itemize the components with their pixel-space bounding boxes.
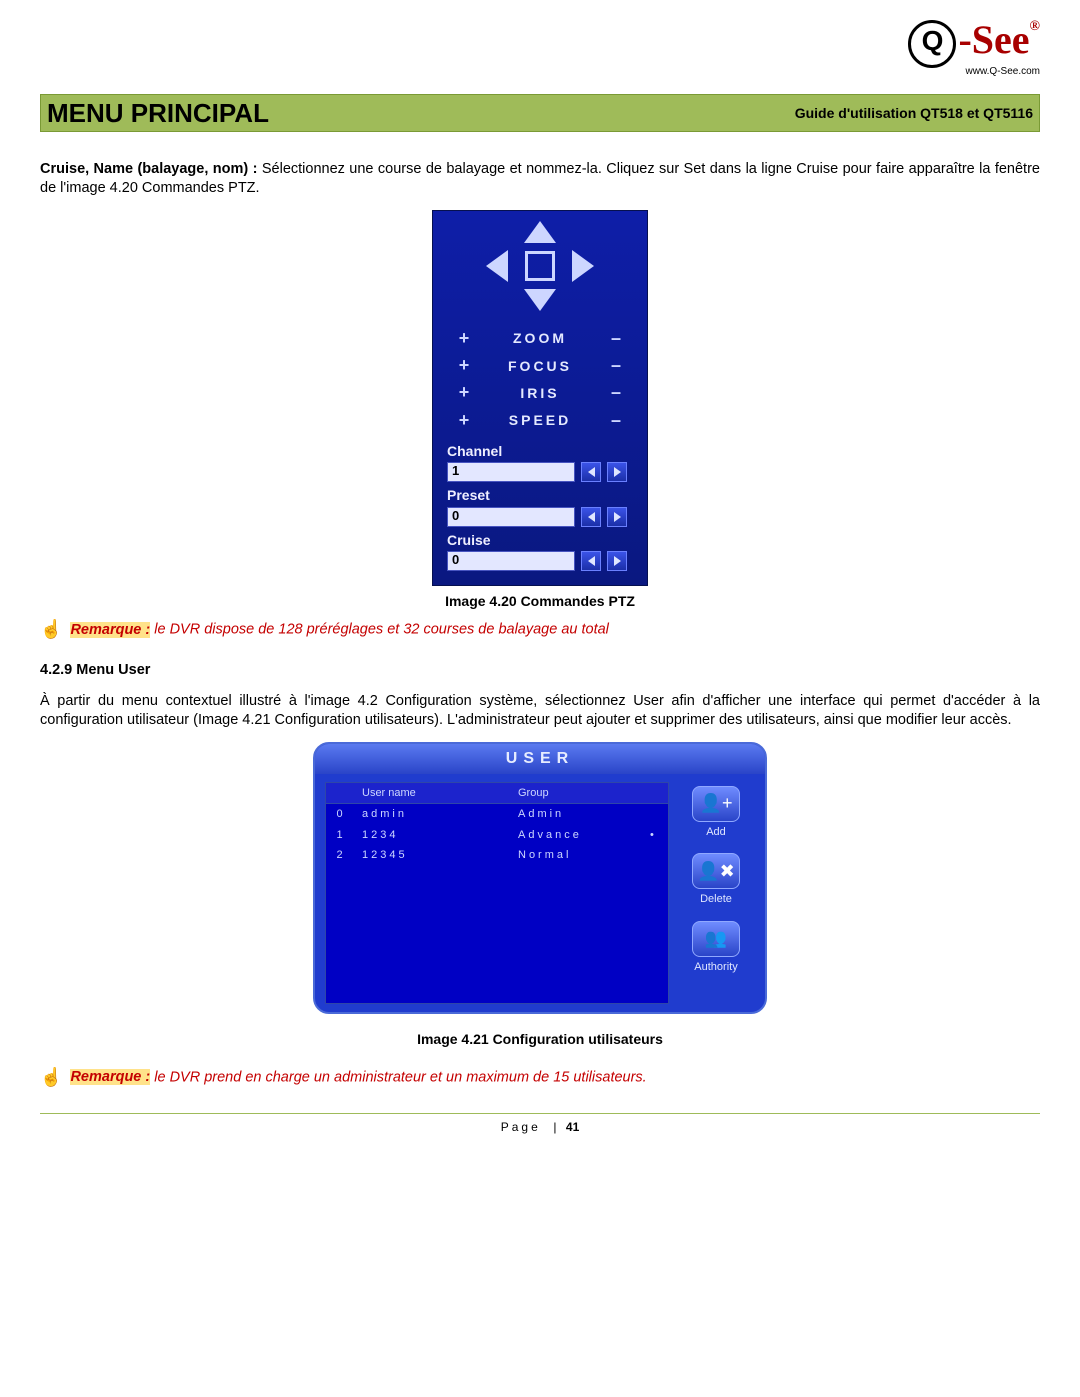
focus-minus-button[interactable]: – [607,354,625,377]
figure-user: USER User name Group 0 admin Admin [40,742,1040,1048]
add-user-icon: 👤+ [692,786,740,822]
remark-2-text: le DVR prend en charge un administrateur… [154,1069,646,1085]
focus-label: FOCUS [473,357,607,375]
chevron-right-icon [614,556,621,566]
channel-label: Channel [447,442,633,460]
row-username: admin [356,804,512,824]
user-window-title: USER [315,744,765,774]
user-window: USER User name Group 0 admin Admin [313,742,767,1014]
remark-1: ☝ Remarque : le DVR dispose de 128 préré… [40,618,1040,641]
table-row[interactable]: 0 admin Admin [326,804,668,824]
preset-prev-button[interactable] [581,507,601,527]
add-label: Add [706,826,726,838]
authority-label: Authority [694,961,737,973]
zoom-label: ZOOM [473,329,607,347]
channel-prev-button[interactable] [581,462,601,482]
hand-point-icon: ☝ [40,1066,62,1089]
chevron-left-icon [588,556,595,566]
iris-minus-button[interactable]: – [607,381,625,404]
page: Q-See® www.Q-See.com MENU PRINCIPAL Guid… [0,0,1080,1174]
authority-button[interactable]: 👥 Authority [692,921,740,974]
figure-ptz-caption: Image 4.20 Commandes PTZ [40,592,1040,610]
section-heading: 4.2.9 Menu User [40,661,1040,680]
page-num: 41 [566,1120,579,1134]
figure-ptz: + ZOOM – + FOCUS – + IRIS – + SPEED [40,210,1040,610]
logo-registered-icon: ® [1030,19,1040,34]
preset-input[interactable]: 0 [447,507,575,527]
remark-2: ☝ Remarque : le DVR prend en charge un a… [40,1066,1040,1089]
row-index: 1 [326,825,356,845]
guide-subtitle: Guide d'utilisation QT518 et QT5116 [795,105,1033,121]
page-title: MENU PRINCIPAL [47,98,269,129]
delete-user-button[interactable]: 👤✖ Delete [692,853,740,906]
page-number: Page | 41 [40,1120,1040,1134]
row-group: Advance [512,825,644,845]
preset-label: Preset [447,486,633,504]
col-username: User name [356,783,512,803]
table-row[interactable]: 2 12345 Normal [326,845,668,865]
row-index: 0 [326,804,356,824]
add-user-button[interactable]: 👤+ Add [692,786,740,839]
arrow-right-icon[interactable] [572,250,594,282]
ptz-zoom-row: + ZOOM – [433,325,647,352]
hand-point-icon: ☝ [40,618,62,641]
row-username: 12345 [356,845,512,865]
table-row[interactable]: 1 1234 Advance • [326,825,668,845]
chevron-right-icon [614,512,621,522]
row-group: Normal [512,845,644,865]
intro-paragraph: Cruise, Name (balayage, nom) : Sélection… [40,160,1040,198]
delete-user-icon: 👤✖ [692,853,740,889]
cruise-input[interactable]: 0 [447,551,575,571]
remark-1-label: Remarque : [70,622,150,638]
authority-icon: 👥 [692,921,740,957]
zoom-minus-button[interactable]: – [607,327,625,350]
header-band: MENU PRINCIPAL Guide d'utilisation QT518… [40,94,1040,132]
topbar: Q-See® www.Q-See.com [40,20,1040,86]
row-index: 2 [326,845,356,865]
delete-label: Delete [700,893,732,905]
zoom-plus-button[interactable]: + [455,327,473,350]
footer-divider [40,1113,1040,1114]
remark-1-text: le DVR dispose de 128 préréglages et 32 … [154,622,609,638]
speed-label: SPEED [473,411,607,429]
remark-2-label: Remarque : [70,1069,150,1085]
arrow-left-icon[interactable] [486,250,508,282]
intro-lead: Cruise, Name (balayage, nom) : [40,161,262,177]
iris-label: IRIS [473,384,607,402]
cruise-next-button[interactable] [607,551,627,571]
speed-plus-button[interactable]: + [455,409,473,432]
row-username: 1234 [356,825,512,845]
ptz-speed-row: + SPEED – [433,407,647,434]
channel-next-button[interactable] [607,462,627,482]
cruise-label: Cruise [447,531,633,549]
ptz-iris-row: + IRIS – [433,379,647,406]
section-paragraph: À partir du menu contextuel illustré à l… [40,692,1040,730]
focus-plus-button[interactable]: + [455,354,473,377]
ptz-panel: + ZOOM – + FOCUS – + IRIS – + SPEED [432,210,648,586]
ptz-dpad [480,221,600,311]
stop-icon[interactable] [525,251,555,281]
logo-brand-text: -See [958,17,1029,62]
cruise-prev-button[interactable] [581,551,601,571]
speed-minus-button[interactable]: – [607,409,625,432]
arrow-down-icon[interactable] [524,289,556,311]
arrow-up-icon[interactable] [524,221,556,243]
chevron-right-icon [614,467,621,477]
figure-user-caption: Image 4.21 Configuration utilisateurs [40,1030,1040,1048]
table-header: User name Group [326,783,668,804]
logo-q-icon: Q [908,20,956,68]
row-group: Admin [512,804,644,824]
chevron-left-icon [588,512,595,522]
col-group: Group [512,783,644,803]
qsee-logo: Q-See® www.Q-See.com [908,20,1040,77]
user-table: User name Group 0 admin Admin 1 12 [325,782,669,1004]
page-label: Page [501,1120,541,1134]
channel-input[interactable]: 1 [447,462,575,482]
chevron-left-icon [588,467,595,477]
row-mark: • [644,825,668,845]
ptz-focus-row: + FOCUS – [433,352,647,379]
iris-plus-button[interactable]: + [455,381,473,404]
preset-next-button[interactable] [607,507,627,527]
